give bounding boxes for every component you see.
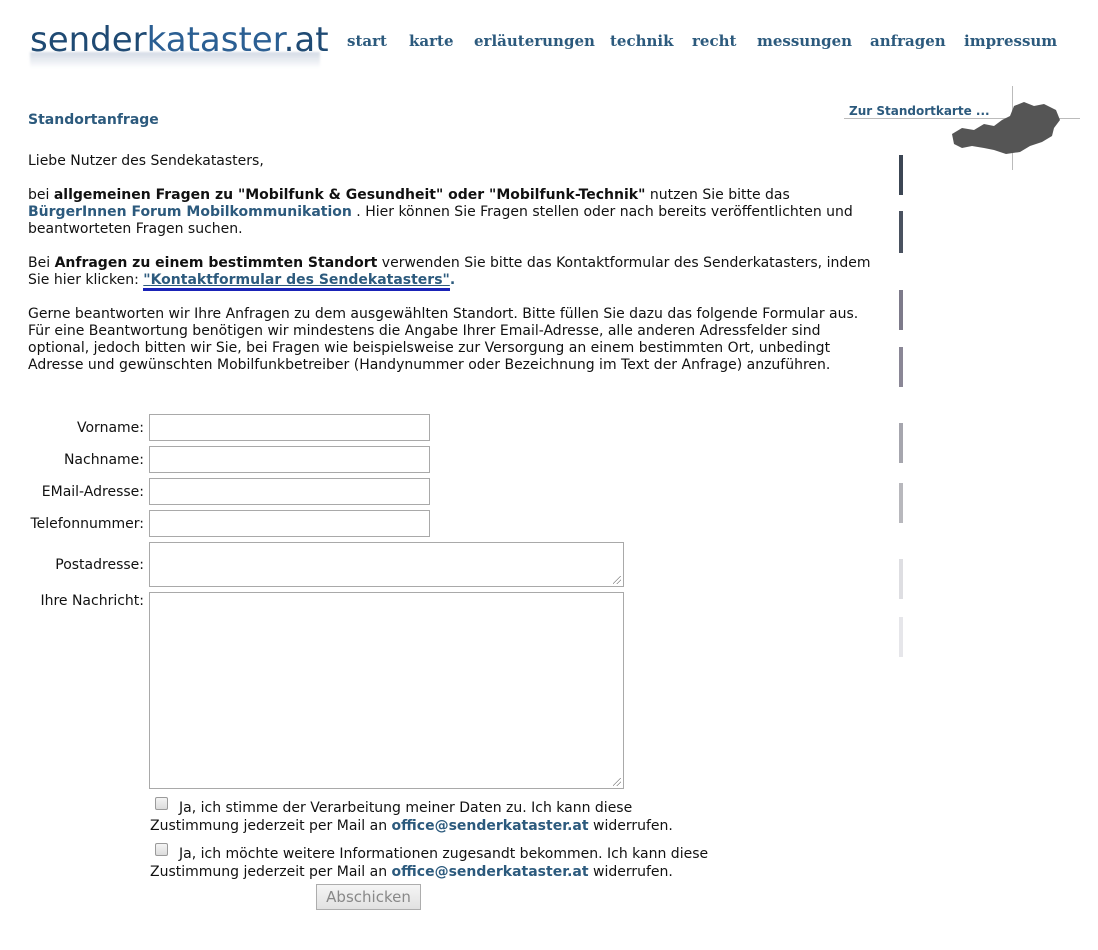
consent-line-2: Zustimmung jederzeit per Mail an office@… (150, 863, 708, 881)
resize-grip-icon[interactable] (613, 778, 621, 786)
nachricht-label: Ihre Nachricht: (40, 593, 144, 609)
text: nutzen Sie bitte das (645, 187, 790, 203)
consent-line-2: Zustimmung jederzeit per Mail an office@… (150, 817, 673, 835)
nachname-input[interactable] (149, 446, 430, 473)
telefon-input[interactable] (149, 510, 430, 537)
text: Bei (28, 255, 55, 271)
text: widerrufen. (588, 818, 673, 834)
office-email-link[interactable]: office@senderkataster.at (392, 818, 589, 834)
consent-line-1: Ja, ich stimme der Verarbeitung meiner D… (179, 800, 633, 816)
consent-line-1: Ja, ich möchte weitere Informationen zug… (179, 846, 709, 862)
text: Zustimmung jederzeit per Mail an (150, 818, 392, 834)
nav-recht[interactable]: recht (692, 32, 736, 50)
text: widerrufen. (588, 864, 673, 880)
nav-karte[interactable]: karte (409, 32, 454, 50)
submit-button[interactable]: Abschicken (316, 884, 421, 910)
nav-anfragen[interactable]: anfragen (870, 32, 946, 50)
vorname-label: Vorname: (77, 420, 144, 436)
greeting-text: Liebe Nutzer des Sendekatasters, (28, 153, 264, 169)
nav-start[interactable]: start (347, 32, 387, 50)
email-input[interactable] (149, 478, 430, 505)
nav-messungen[interactable]: messungen (757, 32, 852, 50)
nachricht-textarea[interactable] (149, 592, 624, 789)
text: Zustimmung jederzeit per Mail an (150, 864, 392, 880)
office-email-link[interactable]: office@senderkataster.at (392, 864, 589, 880)
emphasis-text: allgemeinen Fragen zu "Mobilfunk & Gesun… (53, 187, 646, 203)
postadresse-textarea[interactable] (149, 542, 624, 587)
general-questions-paragraph: bei allgemeinen Fragen zu "Mobilfunk & G… (28, 187, 883, 238)
consent-newsletter-text: Ja, ich möchte weitere Informationen zug… (150, 845, 708, 881)
page-title: Standortanfrage (28, 112, 159, 128)
nachname-label: Nachname: (63, 452, 144, 468)
main-content: Standortanfrage Liebe Nutzer des Sendeka… (28, 112, 883, 391)
text: bei (28, 187, 54, 203)
decorative-strip (899, 155, 903, 657)
email-label: EMail-Adresse: (41, 484, 144, 500)
nav-impressum[interactable]: impressum (964, 32, 1057, 50)
kontaktformular-link[interactable]: "Kontaktformular des Sendekatasters". (143, 272, 455, 291)
consent-data-processing-text: Ja, ich stimme der Verarbeitung meiner D… (150, 799, 673, 835)
vorname-input[interactable] (149, 414, 430, 441)
site-questions-paragraph: Bei Anfragen zu einem bestimmten Standor… (28, 255, 883, 291)
kontaktformular-link-text: Kontaktformular des Sendekatasters (150, 272, 443, 288)
nav-technik[interactable]: technik (610, 32, 674, 50)
forum-link[interactable]: BürgerInnen Forum Mobilkommunikation (28, 204, 352, 220)
logo-reflection (30, 52, 320, 68)
emphasis-text: Anfragen zu einem bestimmten Standort (54, 255, 378, 271)
resize-grip-icon[interactable] (613, 576, 621, 584)
instructions-paragraph: Gerne beantworten wir Ihre Anfragen zu d… (28, 306, 859, 373)
nav-erlaeuterungen[interactable]: erläuterungen (474, 32, 595, 50)
postadresse-label: Postadresse: (55, 557, 144, 573)
telefon-label: Telefonnummer: (30, 516, 144, 532)
